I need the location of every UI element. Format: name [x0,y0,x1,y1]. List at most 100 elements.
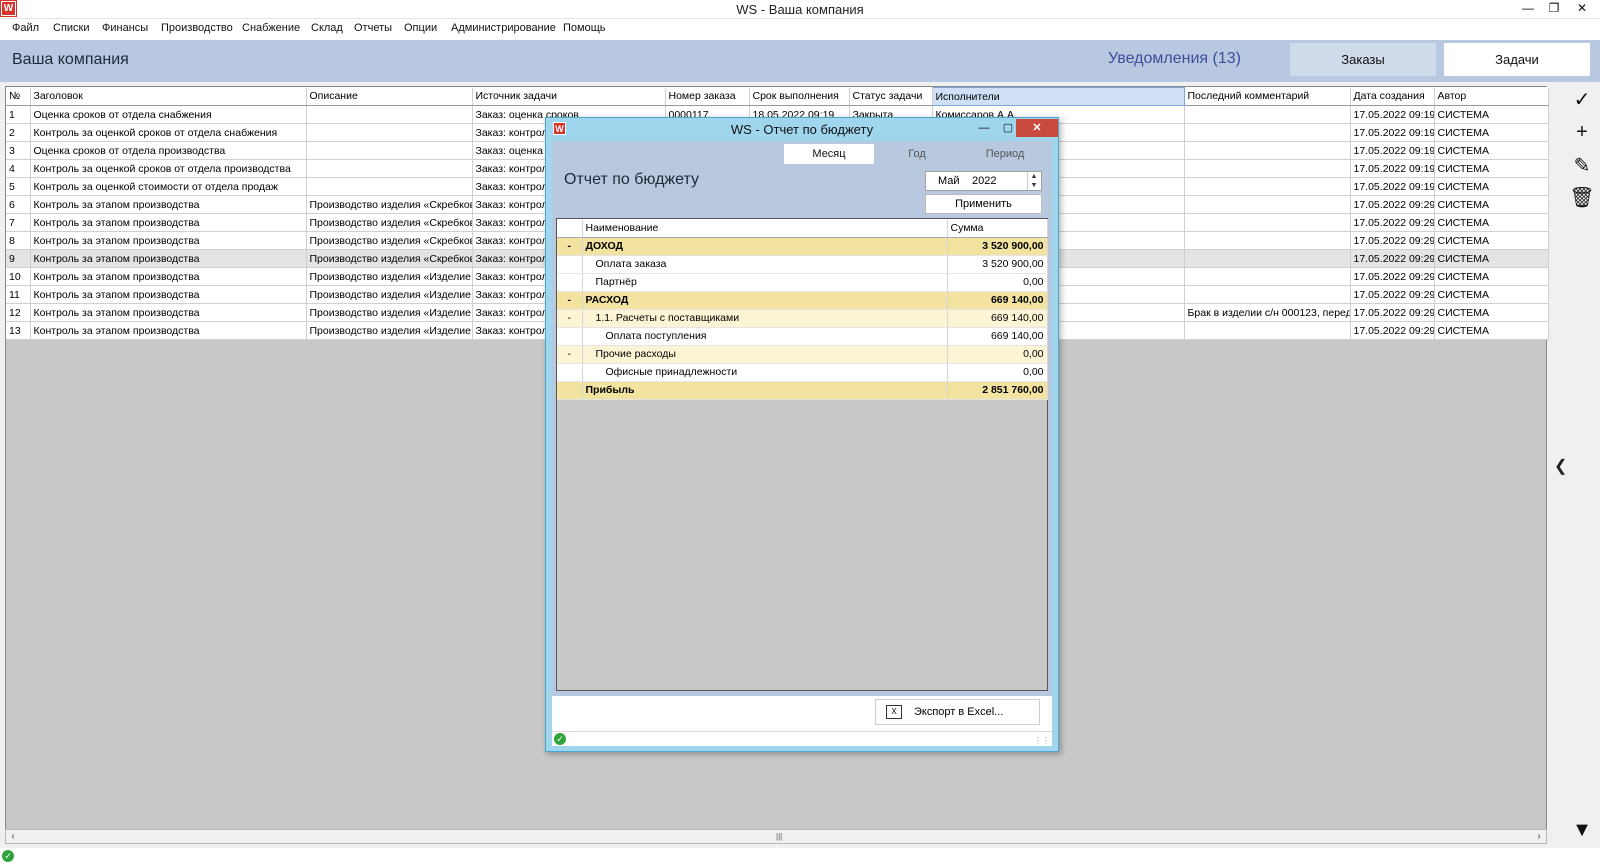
year-value: 2022 [972,175,997,187]
marker-cell [557,255,583,274]
menu-supply[interactable]: Снабжение [242,22,300,34]
budget-item-sum: 0,00 [947,363,1048,382]
col-header-assignees[interactable]: Исполнители [931,87,1185,106]
table-cell: СИСТЕМА [1434,177,1549,196]
month-year-spinner[interactable]: Май 2022 ▲ ▼ [925,171,1042,191]
menu-bar: Файл Списки Финансы Производство Снабжен… [0,19,1600,40]
horizontal-scrollbar[interactable]: ‹ ||| › [5,829,1547,844]
table-cell: 10 [6,267,31,286]
menu-lists[interactable]: Списки [53,22,90,34]
resize-grip-icon[interactable]: ⋮⋮ [1034,736,1050,745]
col-header-sum[interactable]: Сумма [947,219,1048,238]
table-cell: 17.05.2022 09:19 [1350,141,1435,160]
scroll-thumb[interactable]: ||| [776,832,782,841]
scroll-left-icon[interactable]: ‹ [6,830,20,843]
dialog-footer: X Экспорт в Excel... [552,696,1052,731]
filter-add-icon[interactable]: ▼ [1568,816,1596,844]
table-cell: СИСТЕМА [1434,159,1549,178]
col-header-order-number[interactable]: Номер заказа [665,87,750,106]
budget-row[interactable]: Прибыль 2 851 760,00 [557,381,1048,400]
dialog-minimize-button[interactable]: — [972,119,996,137]
dialog-status-ok-icon: ✓ [554,733,566,745]
table-cell: 4 [6,159,31,178]
restore-button[interactable]: ❐ [1542,0,1566,18]
check-add-icon[interactable]: ✓ [1568,86,1596,114]
table-cell [1184,123,1351,142]
budget-row[interactable]: Партнёр 0,00 [557,273,1048,292]
notifications-link[interactable]: Уведомления (13) [1108,50,1241,68]
col-header-deadline[interactable]: Срок выполнения [749,87,850,106]
table-cell: 17.05.2022 09:19 [1350,105,1435,124]
budget-row[interactable]: Офисные принадлежности 0,00 [557,363,1048,382]
spinner-arrows-icon[interactable]: ▲ ▼ [1027,172,1040,190]
table-cell: Контроль за этапом производства [30,267,307,286]
scroll-right-icon[interactable]: › [1532,830,1546,843]
tab-period[interactable]: Период [960,144,1050,164]
table-cell: 17.05.2022 09:29 [1350,285,1435,304]
apply-button[interactable]: Применить [925,194,1042,214]
collapse-toggle[interactable]: - [557,345,583,364]
excel-icon: X [886,705,902,719]
tasks-button[interactable]: Задачи [1444,43,1590,76]
dialog-close-button[interactable]: ✕ [1016,119,1058,137]
table-cell: 3 [6,141,31,160]
export-excel-button[interactable]: X Экспорт в Excel... [875,699,1040,725]
table-cell: СИСТЕМА [1434,321,1549,340]
menu-administration[interactable]: Администрирование [451,22,556,34]
orders-button[interactable]: Заказы [1290,43,1436,76]
status-bar: ✓ [0,848,1600,865]
menu-reports[interactable]: Отчеты [354,22,392,34]
col-header-last-comment[interactable]: Последний комментарий [1184,87,1351,106]
menu-finance[interactable]: Финансы [102,22,148,34]
menu-production[interactable]: Производство [161,22,233,34]
menu-help[interactable]: Помощь [563,22,606,34]
menu-warehouse[interactable]: Склад [311,22,343,34]
budget-row[interactable]: - РАСХОД 669 140,00 [557,291,1048,310]
budget-row[interactable]: -1.1. Расчеты с поставщиками 669 140,00 [557,309,1048,328]
col-header-description[interactable]: Описание [306,87,473,106]
table-cell: 17.05.2022 09:29 [1350,195,1435,214]
budget-row[interactable]: Оплата заказа 3 520 900,00 [557,255,1048,274]
budget-row[interactable]: - Прочие расходы 0,00 [557,345,1048,364]
collapse-toggle[interactable]: - [557,291,583,310]
tab-month[interactable]: Месяц [784,144,874,164]
budget-item-sum: 0,00 [947,273,1048,292]
table-cell [1184,321,1351,340]
col-header-name[interactable]: Наименование [582,219,948,238]
budget-item-name: ДОХОД [582,237,948,256]
budget-row[interactable]: Оплата поступления 669 140,00 [557,327,1048,346]
table-cell [1184,195,1351,214]
table-cell: 2 [6,123,31,142]
pencil-icon[interactable]: ✎ [1568,152,1596,180]
budget-row[interactable]: - ДОХОД 3 520 900,00 [557,237,1048,256]
menu-file[interactable]: Файл [12,22,39,34]
dialog-status-bar: ✓ ⋮⋮ [552,731,1052,746]
plus-icon[interactable]: + [1568,118,1596,146]
table-cell [306,177,473,196]
trash-icon[interactable]: 🗑 [1568,184,1596,212]
marker-cell [557,327,583,346]
table-cell: 17.05.2022 09:19 [1350,177,1435,196]
col-header-author[interactable]: Автор [1434,87,1549,106]
minimize-button[interactable]: — [1516,0,1540,18]
collapse-toggle[interactable]: - [557,237,583,256]
close-button[interactable]: ✕ [1570,0,1594,18]
table-cell [1184,231,1351,250]
dialog-title-bar[interactable]: W WS - Отчет по бюджету — ▢ ✕ [546,118,1058,140]
col-header-number[interactable]: № [6,87,31,106]
table-cell: Производство изделия «Скребков [306,195,473,214]
company-name: Ваша компания [12,51,129,68]
budget-item-name: Офисные принадлежности [582,363,948,382]
export-excel-label: Экспорт в Excel... [914,706,1004,718]
col-header-created[interactable]: Дата создания [1350,87,1435,106]
col-header-source[interactable]: Источник задачи [472,87,666,106]
collapse-toggle[interactable]: - [557,309,583,328]
dialog-header: Месяц Год Период Отчет по бюджету Май 20… [552,141,1052,214]
col-header-status[interactable]: Статус задачи [849,87,933,106]
tab-year[interactable]: Год [872,144,962,164]
budget-item-name: Оплата заказа [582,255,948,274]
table-cell: 17.05.2022 09:29 [1350,231,1435,250]
col-header-title[interactable]: Заголовок [30,87,307,106]
collapse-panel-icon[interactable]: ❮ [1554,456,1567,476]
menu-options[interactable]: Опции [404,22,437,34]
